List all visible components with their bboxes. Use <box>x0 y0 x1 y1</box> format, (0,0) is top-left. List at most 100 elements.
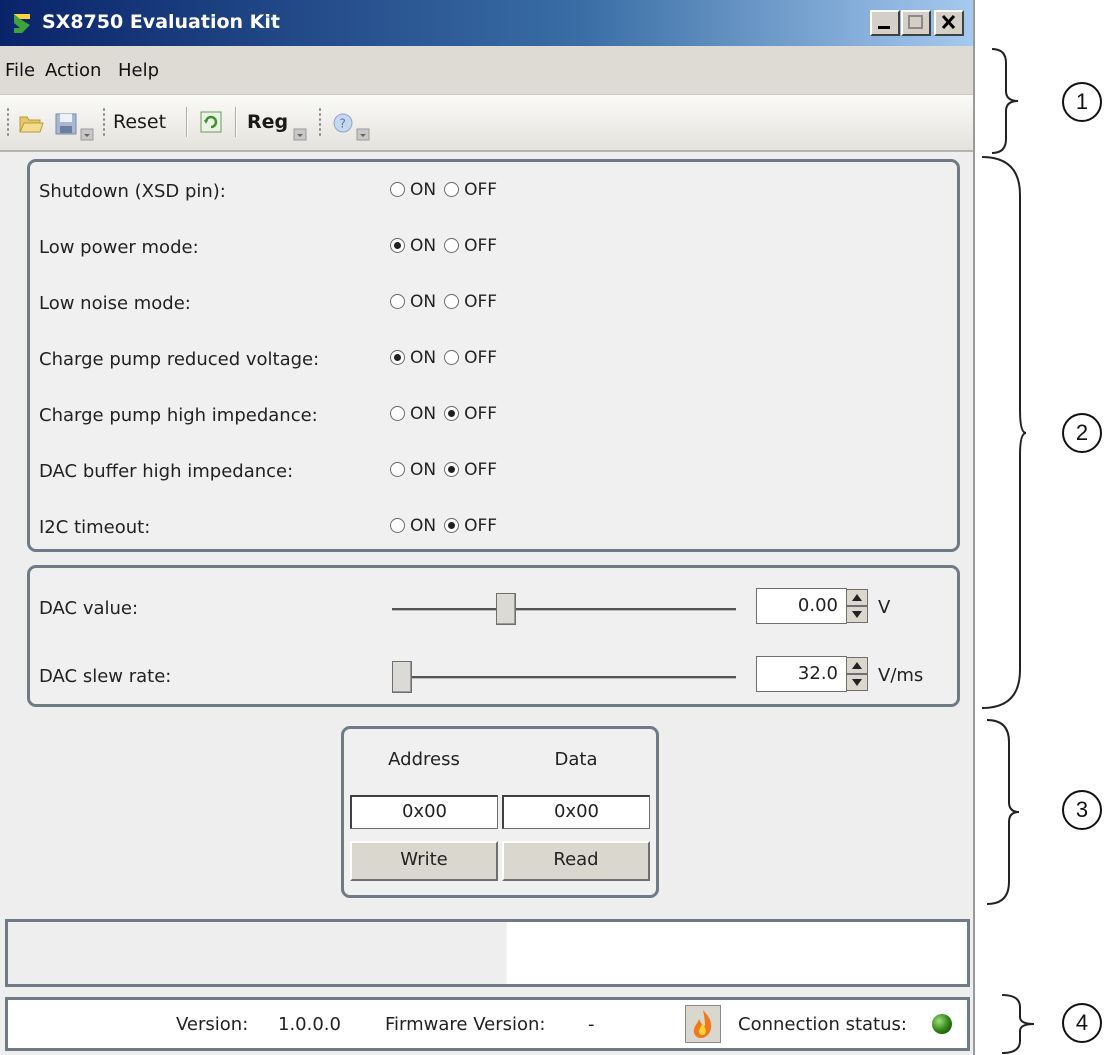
cp-reduced-voltage-label: Charge pump reduced voltage: <box>39 349 320 370</box>
version-label: Version: <box>176 1014 249 1035</box>
address-input[interactable]: 0x00 <box>350 795 498 829</box>
connection-status-led <box>932 1014 952 1034</box>
on-label: ON <box>410 460 437 480</box>
dac-buffer-high-impedance-label: DAC buffer high impedance: <box>39 461 294 482</box>
connection-status-label: Connection status: <box>738 1014 907 1035</box>
cp-high-impedance-label: Charge pump high impedance: <box>39 405 318 426</box>
toolbar-separator <box>235 107 237 137</box>
register-panel: Address Data 0x00 0x00 Write Read <box>341 726 659 898</box>
on-label: ON <box>410 236 437 256</box>
shutdown-label: Shutdown (XSD pin): <box>39 181 226 202</box>
off-label: OFF <box>464 460 498 480</box>
write-button[interactable]: Write <box>350 841 498 881</box>
cp-high-impedance-off-radio[interactable] <box>444 406 460 421</box>
minimize-button[interactable] <box>870 10 900 36</box>
status-bar: Version: 1.0.0.0 Firmware Version: - Con… <box>5 997 970 1051</box>
dac-slew-slider-track[interactable] <box>392 676 736 679</box>
off-label: OFF <box>464 236 498 256</box>
shutdown-on-radio[interactable] <box>390 182 405 197</box>
on-label: ON <box>410 292 437 312</box>
low-noise-off-radio[interactable] <box>444 294 460 309</box>
help-dropdown-icon[interactable] <box>356 119 370 141</box>
dac-slew-spinner[interactable] <box>846 657 868 691</box>
address-header: Address <box>388 749 460 770</box>
reset-button[interactable]: Reset <box>113 111 166 133</box>
version-value: 1.0.0.0 <box>278 1014 341 1035</box>
save-dropdown-icon[interactable] <box>80 119 94 141</box>
on-label: ON <box>410 348 437 368</box>
i2c-timeout-on-radio[interactable] <box>390 518 405 533</box>
on-label: ON <box>410 516 437 536</box>
on-label: ON <box>410 404 437 424</box>
menu-file[interactable]: File <box>5 60 35 81</box>
low-power-on-radio[interactable] <box>390 238 405 253</box>
brace-1-icon <box>991 48 1019 154</box>
dac-value-unit: V <box>878 597 891 618</box>
help-icon[interactable]: ? <box>332 112 354 134</box>
reg-dropdown-icon[interactable] <box>293 119 307 141</box>
dac-buffer-high-impedance-radio-group: ON OFF <box>390 460 505 480</box>
cp-high-impedance-on-radio[interactable] <box>390 406 405 421</box>
dac-buffer-high-impedance-off-radio[interactable] <box>444 462 460 477</box>
low-power-radio-group: ON OFF <box>390 236 505 256</box>
cp-high-impedance-radio-group: ON OFF <box>390 404 505 424</box>
callout-3: 3 <box>1062 790 1102 830</box>
connect-button[interactable] <box>685 1005 721 1043</box>
brace-2-icon <box>981 156 1027 709</box>
low-noise-label: Low noise mode: <box>39 293 191 314</box>
on-label: ON <box>410 180 437 200</box>
refresh-icon[interactable] <box>199 110 223 134</box>
off-label: OFF <box>464 180 498 200</box>
open-folder-icon[interactable] <box>18 111 44 135</box>
toolbar: Reset Reg ? <box>0 95 973 152</box>
dac-slew-input[interactable]: 32.0 <box>756 656 847 692</box>
i2c-timeout-off-radio[interactable] <box>444 518 460 533</box>
data-header: Data <box>554 749 598 770</box>
low-power-off-radio[interactable] <box>444 238 460 253</box>
dac-value-label: DAC value: <box>39 598 139 619</box>
callout-2: 2 <box>1062 413 1102 453</box>
close-button[interactable] <box>934 10 964 36</box>
dac-buffer-high-impedance-on-radio[interactable] <box>390 462 405 477</box>
data-input[interactable]: 0x00 <box>502 795 650 829</box>
dac-slew-label: DAC slew rate: <box>39 666 172 687</box>
toolbar-separator <box>186 107 188 137</box>
off-label: OFF <box>464 516 498 536</box>
i2c-timeout-radio-group: ON OFF <box>390 516 505 536</box>
svg-text:?: ? <box>340 117 346 131</box>
maximize-button[interactable] <box>901 10 931 36</box>
message-panel <box>5 919 970 987</box>
low-noise-radio-group: ON OFF <box>390 292 505 312</box>
toolbar-grip[interactable] <box>6 107 10 137</box>
menu-help[interactable]: Help <box>118 60 159 81</box>
cp-reduced-voltage-off-radio[interactable] <box>444 350 460 365</box>
toolbar-grip <box>318 107 322 137</box>
read-button[interactable]: Read <box>502 841 650 881</box>
menu-action[interactable]: Action <box>45 60 101 81</box>
dac-value-slider-thumb[interactable] <box>495 593 516 625</box>
maximize-icon <box>908 15 923 29</box>
save-icon[interactable] <box>55 113 77 135</box>
minimize-icon <box>878 26 890 29</box>
off-label: OFF <box>464 348 498 368</box>
title-bar[interactable]: SX8750 Evaluation Kit <box>0 0 973 46</box>
off-label: OFF <box>464 404 498 424</box>
settings-panel: Shutdown (XSD pin): ON OFF Low power mode… <box>27 159 960 552</box>
window-title: SX8750 Evaluation Kit <box>42 11 280 33</box>
shutdown-off-radio[interactable] <box>444 182 460 197</box>
cp-reduced-voltage-on-radio[interactable] <box>390 350 405 365</box>
toolbar-grip <box>102 107 106 137</box>
brace-4-icon <box>1001 994 1035 1054</box>
low-power-label: Low power mode: <box>39 237 199 258</box>
app-logo-icon <box>14 14 30 33</box>
off-label: OFF <box>464 292 498 312</box>
low-noise-on-radio[interactable] <box>390 294 405 309</box>
dac-slew-slider-thumb[interactable] <box>392 661 412 693</box>
dac-value-slider-track[interactable] <box>392 608 736 611</box>
reg-button[interactable]: Reg <box>247 111 288 133</box>
i2c-timeout-label: I2C timeout: <box>39 517 151 538</box>
close-icon <box>941 14 956 30</box>
dac-value-spinner[interactable] <box>846 589 868 623</box>
dac-value-input[interactable]: 0.00 <box>756 588 847 624</box>
flame-icon <box>693 1010 712 1038</box>
